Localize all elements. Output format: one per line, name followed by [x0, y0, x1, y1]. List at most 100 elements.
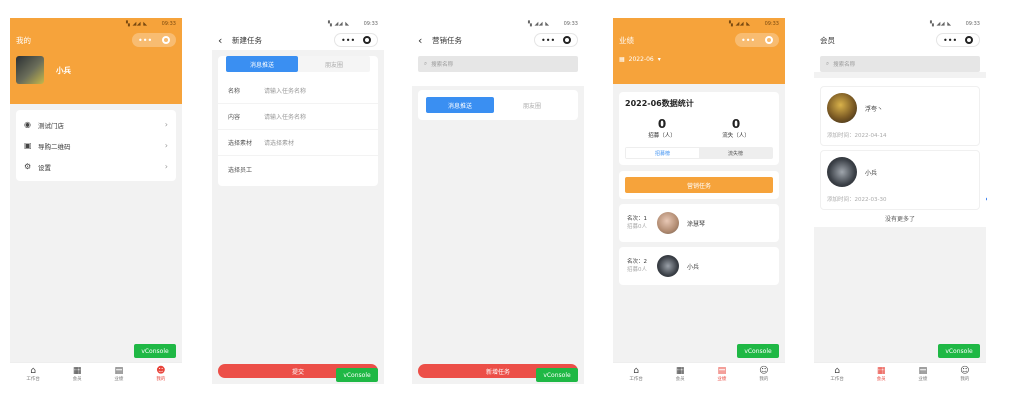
field-staff[interactable]: 选择员工	[218, 156, 378, 182]
field-material[interactable]: 选择素材 请选择素材	[218, 130, 378, 156]
tab-members[interactable]: ▦ 会员	[73, 366, 82, 382]
more-icon[interactable]: •••	[138, 36, 152, 45]
close-circle-icon[interactable]	[965, 36, 973, 44]
chart-icon: ▤	[717, 365, 727, 376]
chart-icon: ▤	[918, 365, 928, 376]
chevron-right-icon: ›	[164, 162, 168, 171]
page-title: 会员	[820, 35, 835, 45]
search-icon: ⌕	[826, 60, 830, 67]
vconsole-button[interactable]: vConsole	[938, 344, 980, 358]
grid-icon: ▦	[72, 365, 82, 376]
search-input[interactable]: ⌕ 搜索名称	[418, 56, 578, 72]
grid-icon: ▦	[675, 365, 685, 376]
more-icon[interactable]: •••	[741, 36, 755, 45]
task-form: 消息推送 朋友圈 名称 请输入任务名称 内容 请输入任务名称 选择素材 请选择素材 选…	[218, 56, 378, 186]
calendar-icon: ▦	[619, 56, 625, 63]
member-list: 浮夸丶 添加时间：2022-04-14 小兵 添加时间：2022-03-30 没…	[814, 78, 986, 227]
back-icon[interactable]: ‹	[418, 35, 428, 46]
status-bar: ▚ ◢◢ ◣ 09:33	[10, 18, 182, 30]
tab-workbench[interactable]: ⌂ 工作台	[26, 366, 40, 382]
member-item[interactable]: 浮夸丶 添加时间：2022-04-14	[820, 86, 980, 146]
menu-item-settings[interactable]: ⚙ 设置 ›	[16, 156, 176, 177]
tab-performance[interactable]: ▤ 业绩	[918, 366, 927, 382]
tab-lost-rank[interactable]: 流失榜	[699, 148, 772, 158]
capsule-menu[interactable]: •••	[735, 33, 779, 47]
chevron-right-icon: ›	[164, 120, 168, 129]
no-more-text: 没有更多了	[884, 216, 915, 223]
smile-icon: ☺	[960, 365, 970, 376]
location-icon: ◉	[24, 120, 31, 129]
marketing-card: 营销任务	[619, 171, 779, 199]
task-type-card: 消息推送 朋友圈	[418, 90, 578, 120]
tab-message-push[interactable]: 消息推送	[226, 56, 298, 72]
tab-moments[interactable]: 朋友圈	[298, 56, 370, 72]
page-title: 业绩	[619, 35, 634, 45]
search-input[interactable]: ⌕ 搜索名称	[820, 56, 980, 72]
capsule-menu[interactable]: •••	[334, 33, 378, 47]
menu-item-qrcode[interactable]: ▣ 导购二维码 ›	[16, 135, 176, 156]
status-bar: ▚ ◢◢ ◣ 09:33	[528, 21, 578, 27]
more-icon[interactable]: •••	[341, 36, 355, 45]
vconsole-button[interactable]: vConsole	[134, 344, 176, 358]
screen-new-task: ▚ ◢◢ ◣ 09:33 ‹ 新建任务 ••• 消息推送 朋友圈 名称 请输入任务名…	[212, 18, 384, 384]
close-circle-icon[interactable]	[563, 36, 571, 44]
task-type-tabs: 消息推送 朋友圈	[426, 97, 570, 113]
smile-icon: ☺	[759, 365, 769, 376]
screen-performance: ▚ ◢◢ ◣ 09:33 业绩 ••• ▦ 2022-06 ▾ 2022-06数据统…	[613, 18, 785, 384]
home-icon: ⌂	[834, 365, 840, 376]
lost-label: 流失（人）	[722, 133, 750, 139]
rank-item[interactable]: 名次：2 招募0人 小兵	[619, 247, 779, 285]
grid-icon: ▦	[876, 365, 886, 376]
task-type-tabs: 消息推送 朋友圈	[226, 56, 370, 72]
gear-icon: ⚙	[24, 162, 32, 171]
tab-bar: ⌂ 工作台 ▦ 会员 ▤ 业绩 ☺ 我的	[613, 362, 785, 384]
tab-mine[interactable]: ☺ 我的	[960, 366, 969, 382]
capsule-menu[interactable]: •••	[936, 33, 980, 47]
tab-moments[interactable]: 朋友圈	[494, 97, 570, 113]
status-bar: ▚ ◢◢ ◣ 09:33	[613, 18, 785, 30]
tab-mine[interactable]: ☺ 我的	[759, 366, 768, 382]
caret-down-icon: ▾	[657, 56, 661, 63]
menu-item-store[interactable]: ◉ 测试门店 ›	[16, 114, 176, 135]
tab-workbench[interactable]: ⌂ 工作台	[629, 366, 643, 382]
close-circle-icon[interactable]	[162, 36, 170, 44]
month-picker[interactable]: ▦ 2022-06 ▾	[613, 50, 785, 69]
vconsole-button[interactable]: vConsole	[536, 368, 578, 382]
search-icon: ⌕	[424, 60, 428, 67]
tab-members[interactable]: ▦ 会员	[676, 366, 685, 382]
rank-item[interactable]: 名次：1 招募0人 涂慧琴	[619, 204, 779, 242]
tab-performance[interactable]: ▤ 业绩	[114, 366, 123, 382]
more-icon[interactable]: •••	[943, 36, 957, 45]
avatar	[16, 56, 44, 84]
field-name[interactable]: 名称 请输入任务名称	[218, 78, 378, 104]
screen-members: ▚ ◢◢ ◣ 09:33 会员 ••• ⌕ 搜索名称 浮夸丶 添加时间：2022-0…	[814, 18, 986, 384]
vconsole-button[interactable]: vConsole	[737, 344, 779, 358]
back-icon[interactable]: ‹	[218, 35, 228, 46]
tab-members[interactable]: ▦ 会员	[877, 366, 886, 382]
field-content[interactable]: 内容 请输入任务名称	[218, 104, 378, 130]
avatar	[827, 93, 857, 123]
page-title: 营销任务	[432, 35, 462, 45]
status-bar: ▚ ◢◢ ◣ 09:33	[328, 21, 378, 27]
capsule-menu[interactable]: •••	[534, 33, 578, 47]
tab-message-push[interactable]: 消息推送	[426, 97, 494, 113]
chart-icon: ▤	[114, 365, 124, 376]
vconsole-button[interactable]: vConsole	[336, 368, 378, 382]
screen-marketing-tasks: ▚ ◢◢ ◣ 09:33 ‹ 营销任务 ••• ⌕ 搜索名称 消息推送 朋友圈 新增…	[412, 18, 584, 384]
tab-bar: ⌂ 工作台 ▦ 会员 ▤ 业绩 ☺ 我的	[814, 362, 986, 384]
close-circle-icon[interactable]	[765, 36, 773, 44]
status-bar: ▚ ◢◢ ◣ 09:33	[930, 21, 980, 27]
screen-profile: ▚ ◢◢ ◣ 09:33 我的 ••• 小兵 ◉ 测试门店 › ▣ 导购二维码 ›…	[10, 18, 182, 384]
capsule-menu[interactable]: •••	[132, 33, 176, 47]
close-circle-icon[interactable]	[363, 36, 371, 44]
tab-recruit-rank[interactable]: 招募榜	[626, 148, 699, 158]
qrcode-icon: ▣	[24, 141, 32, 150]
marketing-task-button[interactable]: 营销任务	[625, 177, 773, 193]
home-icon: ⌂	[633, 365, 639, 376]
tab-performance[interactable]: ▤ 业绩	[717, 366, 726, 382]
tab-mine[interactable]: ☻ 我的	[156, 366, 165, 382]
more-icon[interactable]: •••	[541, 36, 555, 45]
chevron-right-icon: ›	[164, 141, 168, 150]
tab-workbench[interactable]: ⌂ 工作台	[830, 366, 844, 382]
member-item[interactable]: 小兵 添加时间：2022-03-30	[820, 150, 980, 210]
